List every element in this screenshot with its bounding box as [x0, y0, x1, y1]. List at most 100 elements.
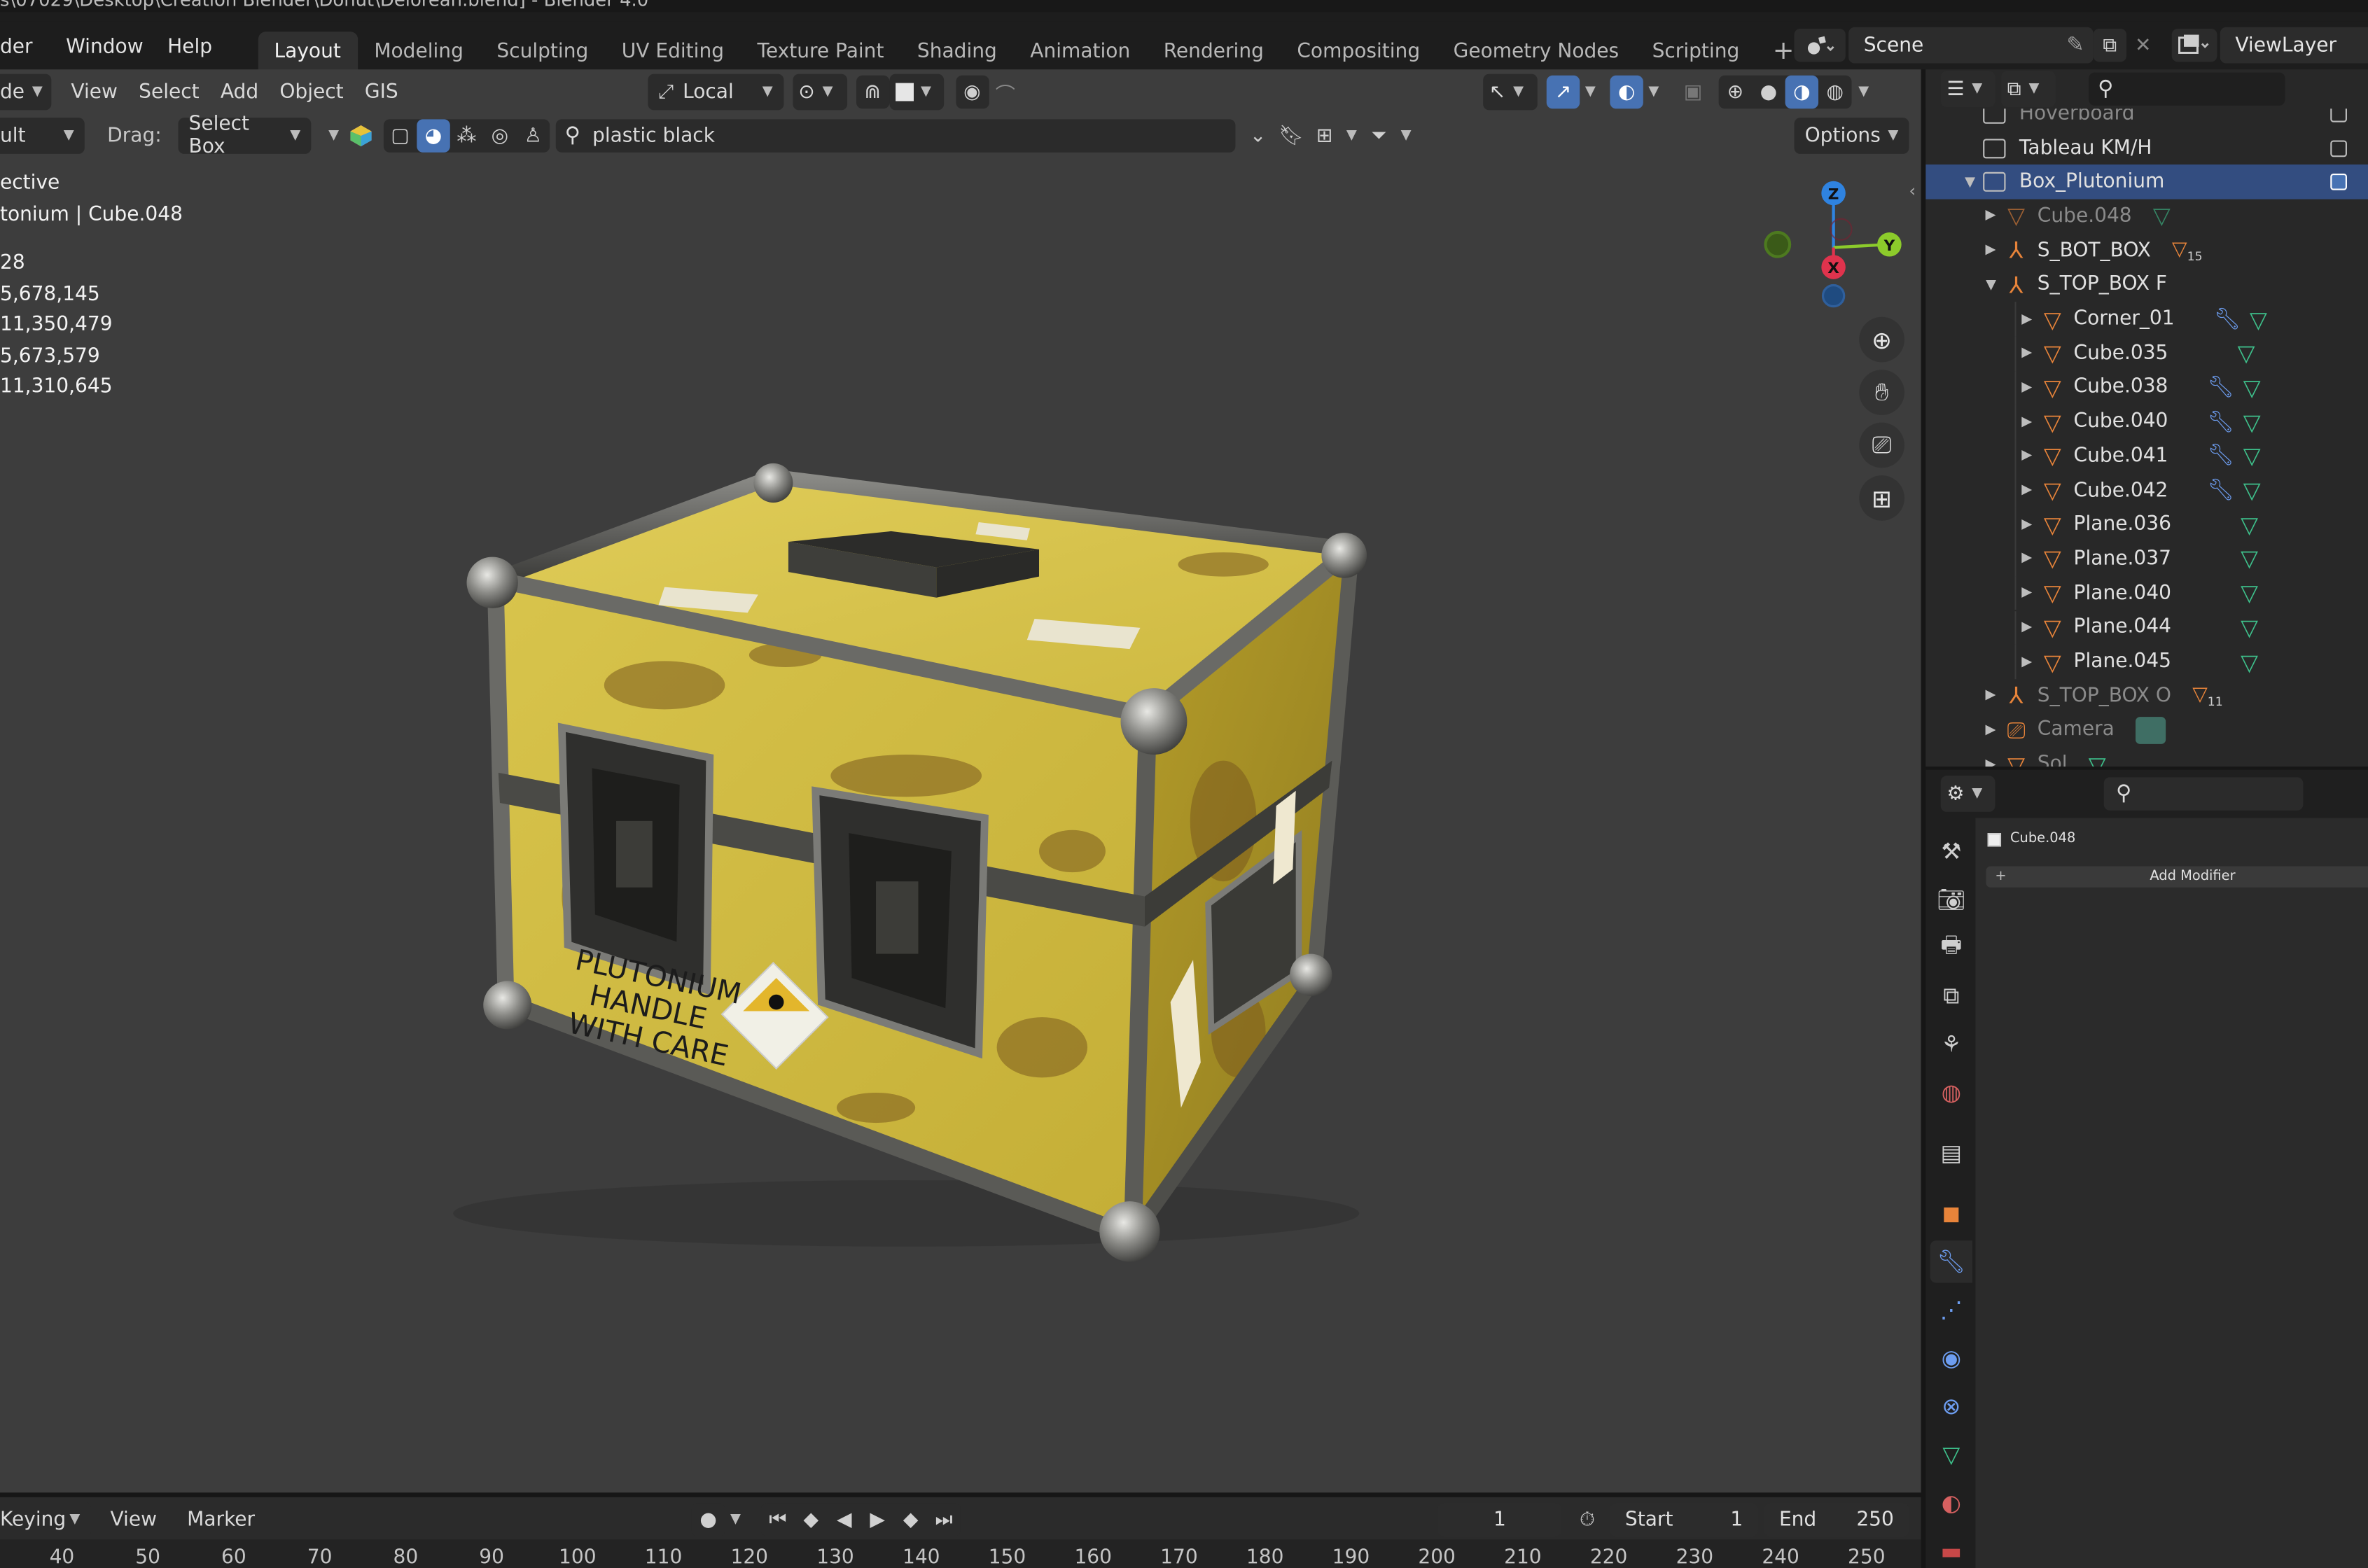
gizmo-dropdown-icon[interactable]: ▼	[1580, 76, 1601, 108]
data-tab-icon[interactable]: ▽	[1930, 1434, 1972, 1476]
outliner-row[interactable]: ▶ ▽ Cube.035 ▽	[1925, 336, 2368, 371]
modifier-tab-icon[interactable]: 🔧︎	[1930, 1240, 1973, 1283]
expand-arrow-icon[interactable]: ▶	[1980, 243, 2001, 258]
collection-tab-icon[interactable]: ▤	[1930, 1132, 1972, 1174]
output-tab-icon[interactable]: 🖶	[1930, 927, 1972, 969]
outliner-search-input[interactable]: ⚲	[2089, 72, 2285, 106]
play-icon[interactable]: ▶	[861, 1503, 893, 1536]
falloff-icon[interactable]: ⌒	[989, 76, 1022, 108]
properties-editor[interactable]: ⚙ ▼ ⚲ ⚒ 📷︎ 🖶 ⧉ ⚘ ◍ ▤ ◼ 🔧︎ ⋰ ◉ ⊗ ▽ ◐ ▬ Cub…	[1925, 769, 2368, 1568]
chevron-down-icon[interactable]: ⌄	[1241, 119, 1274, 152]
expand-arrow-icon[interactable]: ▶	[2017, 586, 2038, 601]
sidebar-toggle-icon[interactable]: ‹	[1909, 181, 1916, 201]
options-dropdown[interactable]: Options ▼	[1794, 118, 1909, 154]
filter-dropdown[interactable]: ⧉ ▼	[2001, 71, 2056, 108]
current-frame-field[interactable]: 1	[1437, 1503, 1562, 1536]
brush-filter-icon[interactable]: ♙	[517, 119, 550, 152]
outliner-row[interactable]: ▶ ⎚ Camera	[1925, 713, 2368, 748]
timeline[interactable]: Keying▼ View Marker ● ▼ ⏮ ◆ ◀ ▶ ◆ ⏭ 1 ⏱	[0, 1497, 1921, 1568]
zoom-icon[interactable]: ⊕	[1859, 316, 1904, 363]
expand-arrow-icon[interactable]: ▶	[2017, 552, 2038, 567]
frame-ruler[interactable]: 40 50 60 70 80 90 100 110 120 130 140 150 160 170 180 1…	[0, 1539, 1921, 1568]
expand-arrow-icon[interactable]: ▶	[1980, 689, 2001, 704]
play-reverse-icon[interactable]: ◀	[828, 1503, 861, 1536]
tab-sculpting[interactable]: Sculpting	[480, 31, 605, 71]
outliner-row[interactable]: Tableau KM/H	[1925, 131, 2368, 165]
mode-dropdown[interactable]: de ▼	[0, 74, 52, 111]
scene-tab-icon[interactable]: ⚘	[1930, 1023, 1972, 1065]
expand-arrow-icon[interactable]: ▶	[2017, 312, 2038, 327]
menu-add[interactable]: Add	[210, 74, 269, 111]
scene-name-field[interactable]: Scene ✎	[1848, 27, 2094, 64]
tab-shading[interactable]: Shading	[900, 31, 1013, 71]
material-icon[interactable]	[344, 119, 377, 152]
keying-dropdown[interactable]: Keying ▼	[0, 1502, 91, 1538]
bookmark-icon[interactable]: 🔖︎	[1274, 119, 1307, 152]
tab-rendering[interactable]: Rendering	[1147, 31, 1281, 71]
outliner-row[interactable]: ▶ ▽ Cube.042 🔧︎ ▽	[1925, 473, 2368, 508]
object-tab-icon[interactable]: ◼	[1930, 1192, 1972, 1234]
texture-tab-icon[interactable]: ▬	[1930, 1530, 1972, 1568]
outliner-row[interactable]: ▶ ▽ Plane.040 ▽	[1925, 576, 2368, 611]
texture-filter-icon[interactable]: ⁂	[450, 119, 483, 152]
material-preview-shading-icon[interactable]: ◑	[1785, 75, 1819, 109]
vertical-splitter[interactable]	[1921, 69, 1926, 1568]
pivot-dropdown[interactable]: ⊙ ▼	[792, 74, 847, 111]
pan-hand-icon[interactable]: ✋︎	[1859, 370, 1904, 415]
horizontal-splitter[interactable]	[1925, 766, 2368, 770]
tab-compositing[interactable]: Compositing	[1281, 31, 1437, 71]
expand-arrow-icon[interactable]: ▶	[1980, 757, 2001, 767]
viewlayer-field[interactable]: ViewLayer	[2220, 27, 2368, 64]
outliner-row[interactable]: ▶ ▽ Cube.040 🔧︎ ▽	[1925, 405, 2368, 440]
drag-dropdown[interactable]: Select Box ▼	[178, 113, 312, 158]
display-mode-dropdown[interactable]: ☰ ▼	[1940, 71, 1996, 108]
expand-arrow-icon[interactable]: ▶	[2017, 620, 2038, 636]
tab-uv-editing[interactable]: UV Editing	[605, 31, 741, 71]
tab-geometry-nodes[interactable]: Geometry Nodes	[1437, 31, 1636, 71]
overlays-dropdown-icon[interactable]: ▼	[1643, 76, 1664, 108]
expand-arrow-icon[interactable]: ▶	[1983, 274, 1998, 295]
modifier-wrench-icon[interactable]: 🔧︎	[2207, 479, 2234, 503]
visibility-checkbox[interactable]	[2330, 139, 2347, 157]
next-keyframe-icon[interactable]: ◆	[894, 1503, 927, 1536]
transform-orientation-dropdown[interactable]: ⤢ Local ▼	[647, 74, 783, 111]
overlays-toggle-icon[interactable]: ◐	[1610, 75, 1643, 109]
outliner-row[interactable]: ▶ ⅄ S_TOP_BOX O ▽11	[1925, 679, 2368, 713]
expand-arrow-icon[interactable]: ▶	[1962, 172, 1977, 192]
snap-target-dropdown[interactable]: ▼	[889, 74, 944, 111]
chevron-down-icon[interactable]: ▼	[323, 119, 344, 152]
expand-arrow-icon[interactable]: ▶	[1980, 209, 2001, 224]
outliner-row[interactable]: ▶ ▽ Plane.044 ▽	[1925, 610, 2368, 645]
hierarchy-icon[interactable]: ⊞	[1308, 119, 1341, 152]
snap-icon[interactable]: ⋒	[856, 75, 889, 109]
outliner-row[interactable]: ▶ ▽ Plane.045 ▽	[1925, 645, 2368, 679]
world-tab-icon[interactable]: ◍	[1930, 1072, 1972, 1114]
menu-select[interactable]: Select	[128, 74, 210, 111]
asset-search-input[interactable]: ⚲ plastic black	[555, 119, 1236, 153]
view-layer-tab-icon[interactable]: ⧉	[1930, 975, 1972, 1017]
gizmo-toggle-icon[interactable]: ↗	[1546, 75, 1580, 109]
timeline-splitter[interactable]	[0, 1492, 1921, 1497]
expand-arrow-icon[interactable]: ▶	[1980, 723, 2001, 738]
outliner[interactable]: ☰ ▼ ⧉ ▼ ⚲ Hoverboard Tableau KM/H ▶ Box_Pluto…	[1925, 69, 2368, 767]
selectability-dropdown[interactable]: ↖ ▼	[1483, 74, 1538, 111]
expand-arrow-icon[interactable]: ▶	[2017, 449, 2038, 464]
chevron-down-icon[interactable]: ▼	[1395, 119, 1416, 152]
tab-scripting[interactable]: Scripting	[1636, 31, 1756, 71]
editor-type-dropdown[interactable]: ⚙ ▼	[1940, 776, 1996, 812]
tab-texture-paint[interactable]: Texture Paint	[741, 31, 900, 71]
expand-arrow-icon[interactable]: ▶	[2017, 414, 2038, 430]
filter-icon[interactable]: ⏷	[1363, 119, 1395, 152]
add-modifier-button[interactable]: + Add Modifier	[1986, 866, 2368, 888]
world-filter-icon[interactable]: ◎	[483, 119, 516, 152]
outliner-row[interactable]: ▶ Box_Plutonium	[1925, 164, 2368, 200]
3d-viewport[interactable]: de ▼ View Select Add Object GIS ⤢ Local ▼…	[0, 69, 1921, 1494]
wireframe-shading-icon[interactable]: ⊕	[1719, 76, 1752, 108]
outliner-row[interactable]: ▶ ▽ Plane.037 ▽	[1925, 542, 2368, 577]
solid-shading-icon[interactable]: ●	[1752, 76, 1785, 108]
orientation-default-dropdown[interactable]: ult ▼	[0, 118, 85, 154]
properties-search-input[interactable]: ⚲	[2103, 777, 2304, 811]
outliner-row[interactable]: ▶ ⅄ S_BOT_BOX ▽15	[1925, 234, 2368, 268]
start-frame-field[interactable]: Start 1	[1610, 1503, 1758, 1536]
chevron-down-icon[interactable]: ▼	[725, 1503, 746, 1536]
